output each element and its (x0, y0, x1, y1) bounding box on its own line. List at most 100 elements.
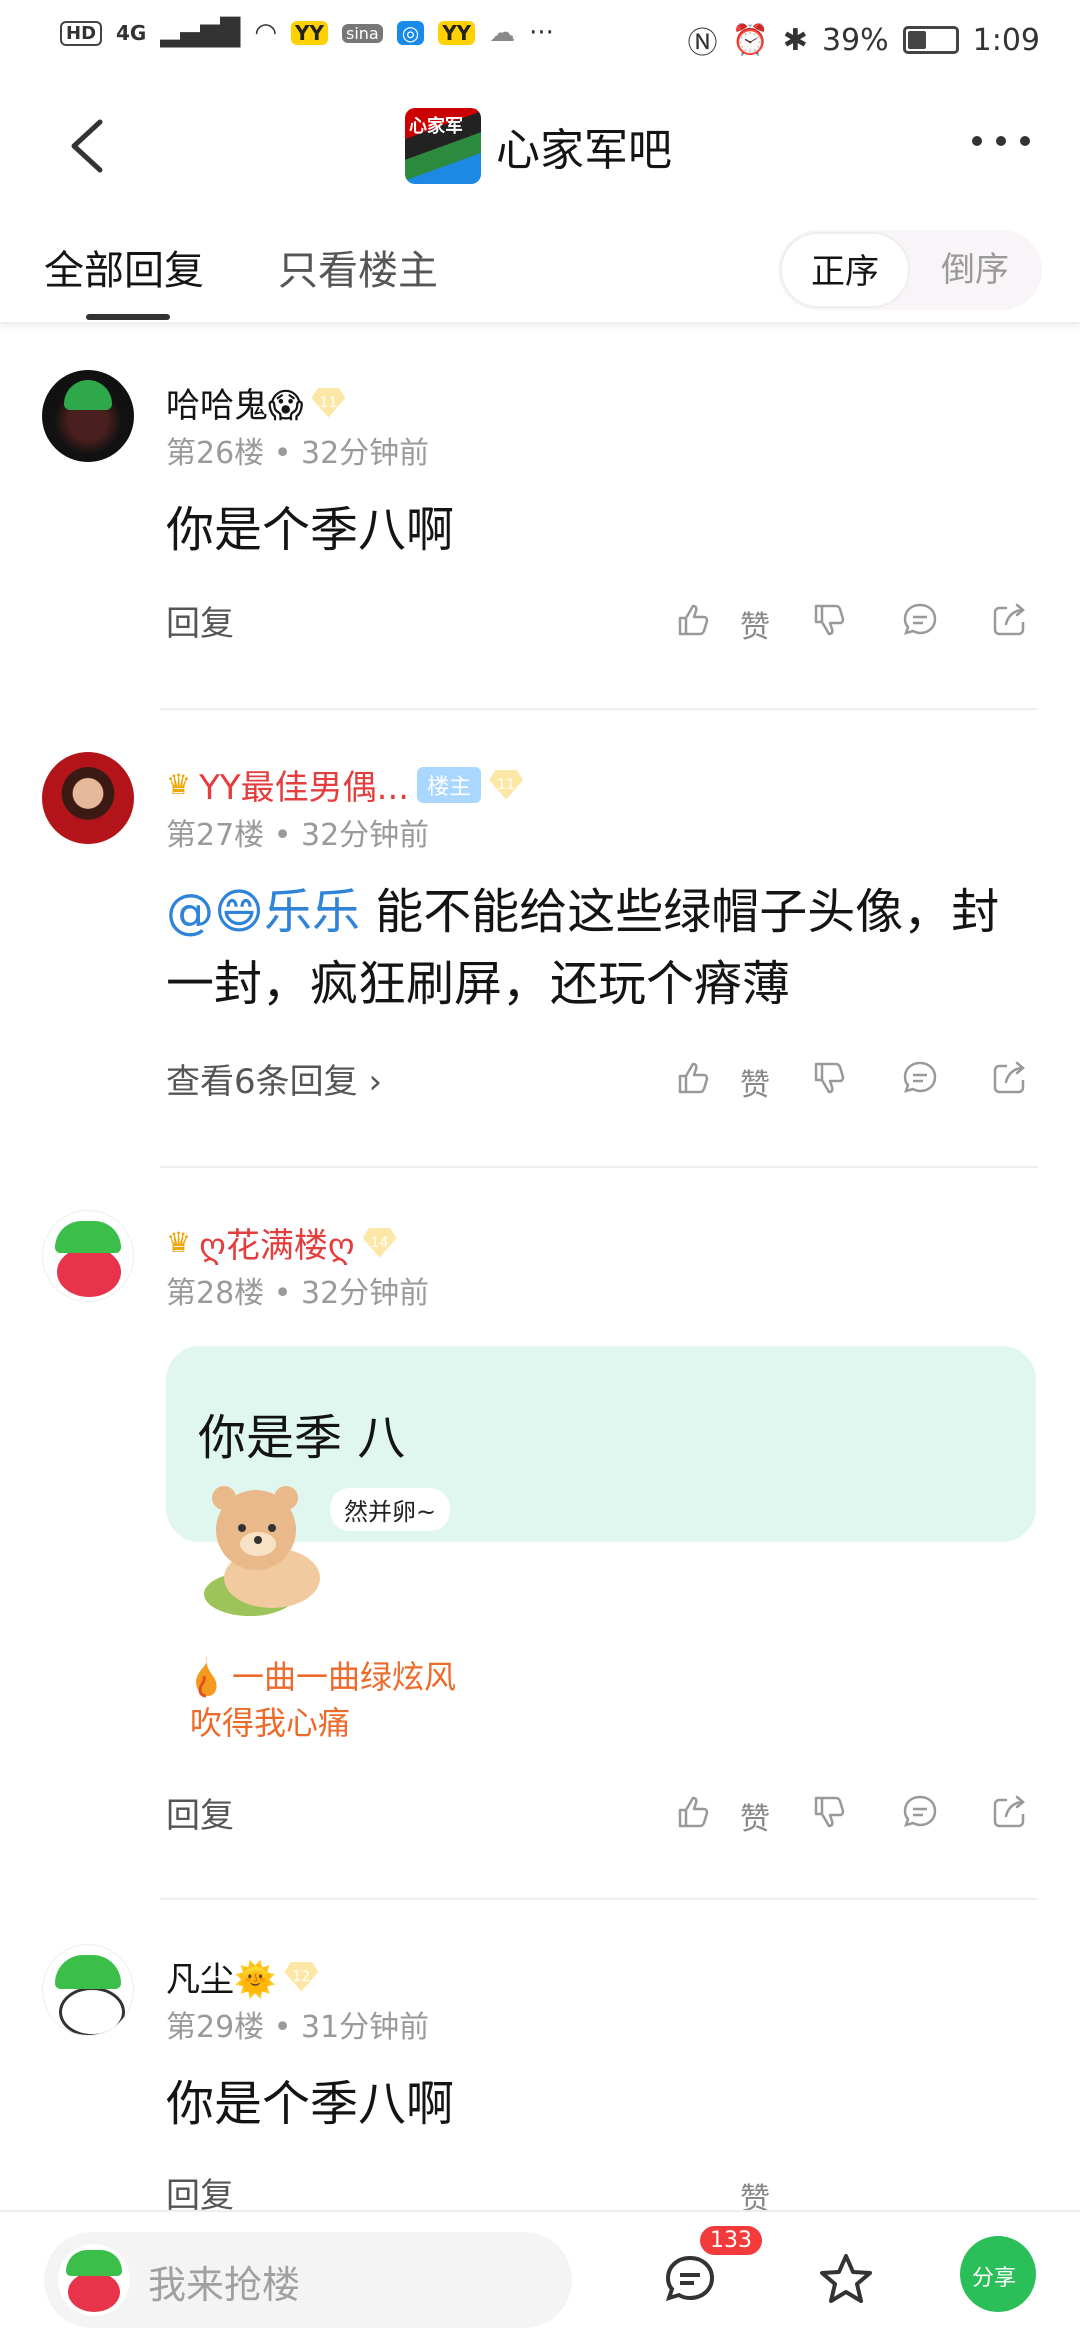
username[interactable]: 凡尘🌞 12 (166, 1952, 319, 2001)
crown-icon: ♛ (166, 768, 192, 801)
bear-sticker-icon (204, 1486, 320, 1616)
reply-meta: 第27楼 • 32分钟前 (166, 818, 430, 853)
dot-icon (972, 136, 982, 146)
yy-app-icon: YY (291, 21, 328, 45)
avatar[interactable] (42, 752, 134, 844)
view-replies-link[interactable]: 查看6条回复 › (166, 1054, 382, 1103)
bottom-bar: 我来抢楼 133 分享 (0, 2210, 1080, 2340)
comment-button[interactable] (890, 1782, 950, 1842)
like-label: 赞 (740, 610, 770, 645)
comment-button[interactable] (890, 1048, 950, 1108)
thumbs-up-icon (678, 1796, 709, 1828)
level-badge: 12 (284, 1961, 319, 1992)
comment-icon (903, 1061, 937, 1093)
avatar (58, 2244, 130, 2316)
comment-count-badge: 133 (700, 2226, 762, 2255)
like-button[interactable] (664, 1782, 724, 1842)
reply-actions: 回复 赞 (0, 1782, 1080, 1842)
level-badge: 11 (311, 387, 346, 418)
dislike-button[interactable] (800, 590, 860, 650)
more-options-button[interactable] (972, 136, 1030, 146)
level-badge: 14 (362, 1227, 397, 1258)
avatar[interactable] (42, 1210, 134, 1302)
forum-name[interactable]: 心家军吧 (496, 114, 672, 178)
reply-filter-tabs: 全部回复 只看楼主 正序 倒序 (0, 230, 1080, 324)
bluetooth-icon: ✱ (782, 22, 808, 58)
comment-icon (903, 603, 937, 635)
divider (160, 708, 1038, 710)
signature-line-2: 吹得我心痛 (190, 1704, 351, 1742)
like-button[interactable] (664, 1048, 724, 1108)
back-button[interactable] (60, 110, 120, 180)
alarm-icon: ⏰ (731, 22, 769, 58)
host-badge: 楼主 (417, 766, 482, 803)
reply-content: @😄乐乐 能不能给这些绿帽子头像，封一封，疯狂刷屏，还玩个瘠薄 (166, 884, 1000, 1012)
username[interactable]: 哈哈鬼😱 11 (166, 378, 346, 427)
share-icon (993, 603, 1025, 636)
share-button[interactable] (980, 1048, 1040, 1108)
share-button[interactable] (980, 1782, 1040, 1842)
thumbs-down-icon (814, 1062, 845, 1094)
signature: 一曲一曲绿炫风 (232, 1658, 457, 1696)
forum-logo[interactable]: 心家军 (405, 108, 481, 184)
header: 心家军 心家军吧 (0, 90, 1080, 200)
like-button[interactable] (664, 590, 724, 650)
reply-button[interactable]: 回复 (166, 596, 234, 645)
active-tab-indicator (86, 314, 170, 320)
comment-button[interactable] (890, 590, 950, 650)
reply-meta: 第29楼 • 31分钟前 (166, 2010, 430, 2045)
wechat-share-button[interactable]: 分享 (960, 2236, 1036, 2312)
yy-app-icon-2: YY (438, 21, 476, 45)
sort-descending-button[interactable]: 倒序 (910, 230, 1040, 310)
like-label: 赞 (740, 1068, 770, 1103)
favorite-button[interactable] (806, 2240, 886, 2320)
star-icon (820, 2254, 872, 2303)
dislike-button[interactable] (800, 1048, 860, 1108)
sina-app-icon: sina (342, 23, 383, 43)
thumbs-up-icon (678, 1062, 709, 1094)
reply-content: 你是季 八 (198, 1410, 406, 1466)
reply-input-placeholder: 我来抢楼 (148, 2263, 301, 2307)
thumbs-down-icon (814, 1796, 845, 1828)
network-type: 4G (116, 21, 147, 45)
crown-icon: ♛ (166, 1226, 192, 1259)
sort-toggle: 正序 倒序 (778, 230, 1042, 310)
avatar[interactable] (42, 370, 134, 462)
tab-only-host[interactable]: 只看楼主 (278, 238, 438, 296)
battery-icon (902, 26, 959, 54)
reply-meta: 第26楼 • 32分钟前 (166, 436, 430, 471)
username[interactable]: ♛ YY最佳男偶... 楼主 11 (166, 760, 524, 809)
sort-ascending-button[interactable]: 正序 (780, 232, 910, 308)
status-bar: HD 4G ▂▄▆█ ◠ YY sina ◎ YY ☁ ··· Ⓝ ⏰ ✱ 39… (0, 0, 1080, 76)
sticker-post: 你是季 八 然并卵~ (0, 1346, 1080, 1646)
wifi-icon: ◠ (254, 18, 278, 48)
more-notifications-icon: ··· (529, 18, 554, 48)
user-mention[interactable]: @😄乐乐 (166, 884, 360, 940)
reply-content: 你是个季八啊 (166, 2076, 455, 2132)
reply-button[interactable]: 回复 (166, 1788, 234, 1837)
reply-input[interactable]: 我来抢楼 (44, 2232, 572, 2328)
share-icon (993, 1061, 1025, 1094)
dislike-button[interactable] (800, 1782, 860, 1842)
chevron-left-icon (71, 119, 103, 173)
comment-icon (665, 2255, 715, 2302)
wechat-icon: 分享 (972, 2266, 1017, 2291)
battery-percent: 39% (821, 22, 889, 58)
signal-icon: ▂▄▆█ (160, 18, 241, 48)
level-badge: 11 (489, 769, 524, 800)
dot-icon (996, 136, 1006, 146)
thumbs-up-icon (678, 604, 709, 636)
sticker-caption: 然并卵~ (330, 1488, 451, 1531)
app-notification-icon: ◎ (396, 21, 425, 45)
username[interactable]: ♛ ღ花满楼ღ 14 (166, 1218, 397, 1267)
divider (160, 1898, 1038, 1900)
avatar[interactable] (42, 1944, 134, 2036)
tab-all-replies[interactable]: 全部回复 (44, 238, 204, 296)
share-icon (993, 1795, 1025, 1828)
thumbs-down-icon (814, 604, 845, 636)
share-button[interactable] (980, 590, 1040, 650)
reply-actions: 回复 赞 (0, 590, 1080, 650)
reply-meta: 第28楼 • 32分钟前 (166, 1276, 430, 1311)
flame-icon (196, 1656, 217, 1698)
reply-content: 你是个季八啊 (166, 502, 455, 558)
